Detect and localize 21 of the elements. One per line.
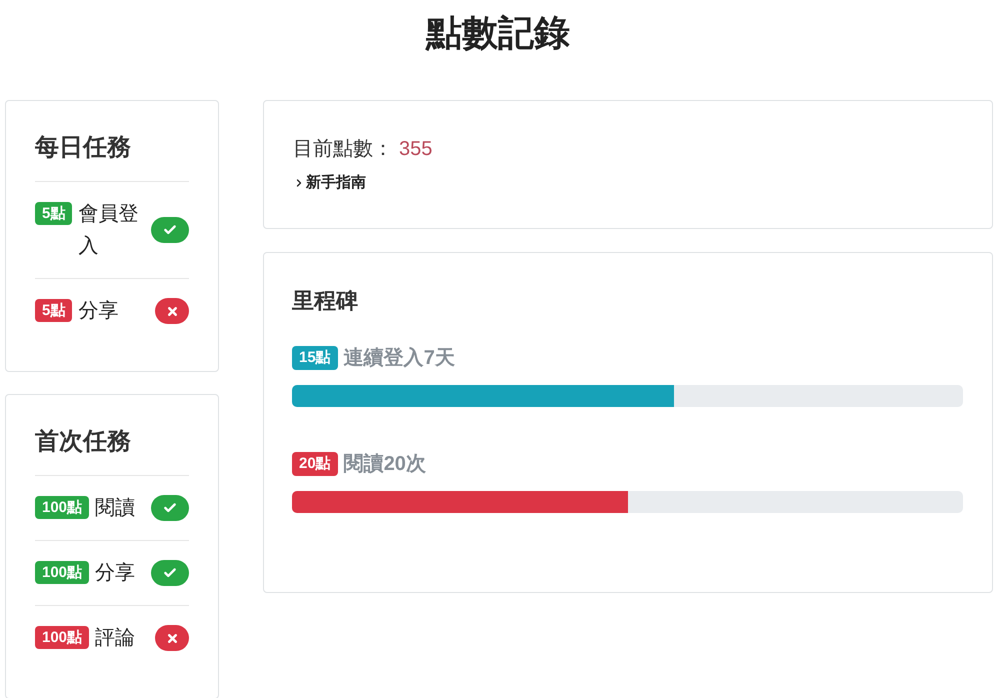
task-name: 會員登入	[78, 202, 140, 259]
points-badge: 5點	[35, 299, 72, 322]
task-name: 閱讀	[95, 496, 136, 521]
page-title: 點數記錄	[424, 11, 571, 55]
milestone-name: 連續登入7天	[344, 346, 455, 371]
milestone-name: 閱讀20次	[344, 452, 426, 477]
points-badge: 5點	[35, 202, 72, 225]
points-badge: 100點	[35, 561, 90, 584]
points-badge: 100點	[35, 626, 90, 649]
points-label: 目前點數：	[293, 137, 393, 162]
points-value: 355	[399, 137, 432, 162]
guide-link[interactable]: 新手指南	[293, 171, 366, 195]
points-badge: 20點	[292, 452, 338, 476]
card-title: 每日任務	[35, 133, 132, 163]
task-name: 分享	[78, 299, 118, 324]
task-name: 評論	[95, 626, 136, 651]
card-title: 首次任務	[35, 427, 132, 457]
points-badge: 100點	[35, 496, 90, 519]
card-title: 里程碑	[292, 287, 359, 315]
points-badge: 15點	[292, 346, 338, 370]
task-name: 分享	[95, 561, 136, 586]
